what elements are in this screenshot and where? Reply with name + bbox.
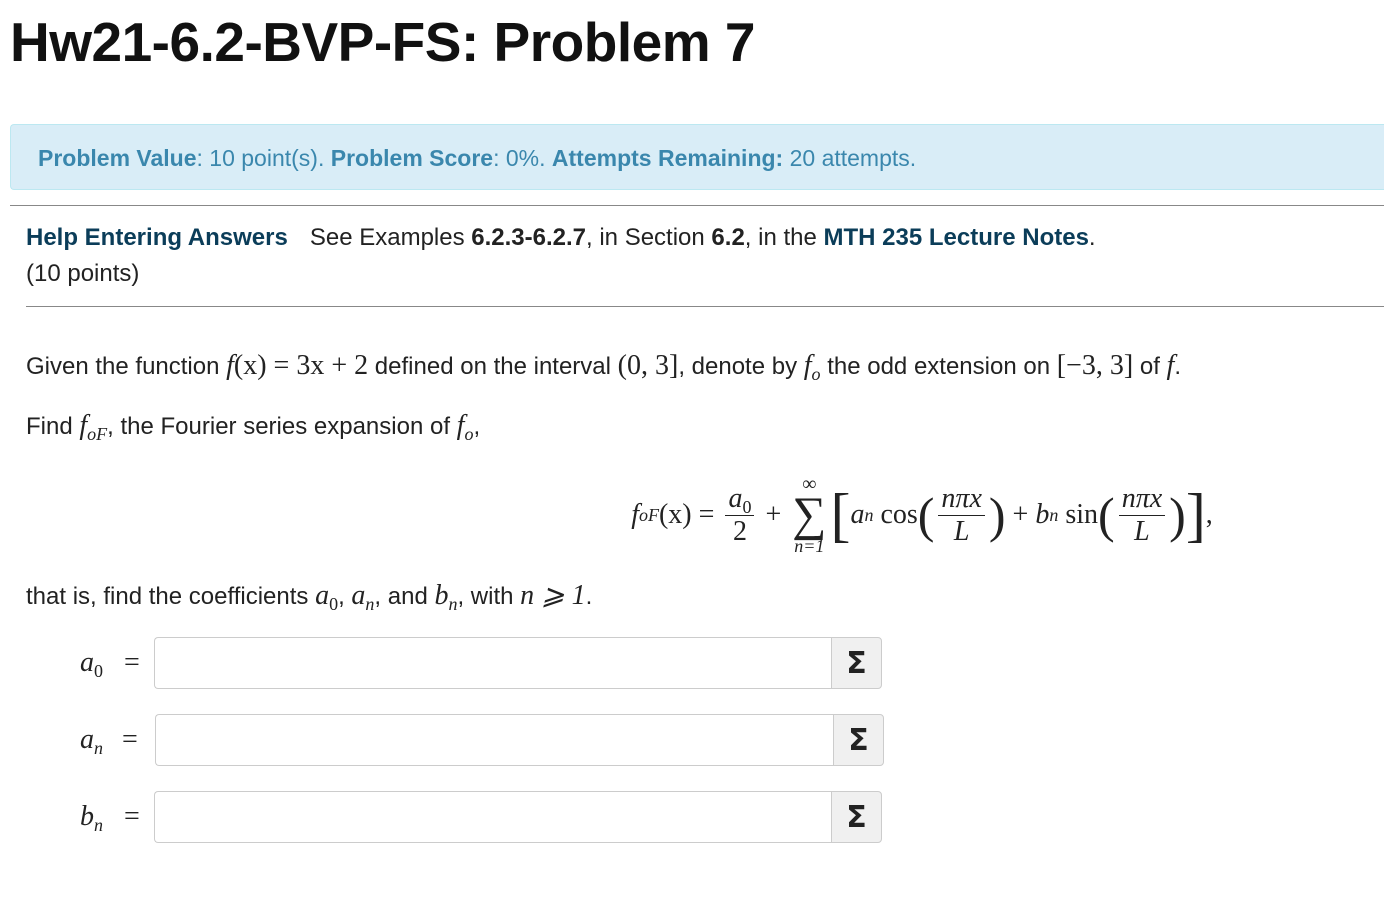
lecture-notes-link[interactable]: MTH 235 Lecture Notes bbox=[824, 224, 1089, 251]
bn-input[interactable] bbox=[154, 791, 831, 843]
answer-row-a0: a0 = Σ bbox=[80, 637, 882, 689]
formula-an: a bbox=[850, 499, 865, 530]
extension-interval: [−3, 3] bbox=[1056, 350, 1134, 381]
fraction-denominator: L bbox=[953, 515, 970, 547]
statement-text: , with bbox=[457, 583, 521, 610]
statement-text: , the Fourier series expansion of bbox=[107, 413, 457, 440]
statement-text: Given the function bbox=[26, 353, 227, 380]
an-label: an = bbox=[80, 724, 138, 758]
formula-f: f bbox=[631, 499, 639, 530]
formula-cos: cos bbox=[873, 499, 918, 530]
right-bracket: ] bbox=[1185, 482, 1206, 548]
formula-plus: + bbox=[758, 499, 789, 530]
fraction-denominator: 2 bbox=[732, 515, 747, 547]
statement-text: of bbox=[1133, 353, 1167, 380]
problem-statement: Given the function f(x) = 3x + 2 defined… bbox=[26, 350, 1181, 384]
formula-sin: sin bbox=[1058, 499, 1099, 530]
problem-info-box: Problem Value: 10 point(s). Problem Scor… bbox=[10, 124, 1384, 190]
summation: ∞ ∑ n=1 bbox=[792, 474, 827, 556]
formula-bn: b bbox=[1035, 499, 1050, 530]
formula-comma: , bbox=[1205, 499, 1213, 530]
a0-symbol: a bbox=[315, 580, 330, 611]
bn-symbol: b bbox=[434, 580, 449, 611]
a0-label: a0 = bbox=[80, 647, 140, 681]
summation-symbol: ∑ bbox=[792, 488, 827, 541]
statement-text: , bbox=[338, 583, 352, 610]
statement-text: , bbox=[473, 413, 481, 440]
problem-score-text: : 0%. bbox=[493, 145, 552, 171]
n-condition: n ⩾ 1 bbox=[520, 580, 586, 611]
fourier-series-subscript: oF bbox=[87, 424, 108, 444]
cos-argument-fraction: nπx L bbox=[938, 483, 985, 548]
odd-extension-symbol: f bbox=[803, 350, 812, 381]
page-title: Hw21-6.2-BVP-FS: Problem 7 bbox=[10, 11, 755, 73]
help-text-1: See Examples bbox=[309, 224, 472, 251]
formula-arg: (x) bbox=[658, 499, 692, 530]
an-input[interactable] bbox=[155, 714, 833, 766]
coefficients-statement: that is, find the coefficients a0, an, a… bbox=[26, 578, 593, 614]
function-definition: (x) = 3x + 2 bbox=[233, 350, 369, 381]
statement-text: . bbox=[1174, 353, 1181, 380]
a0-subscript: 0 bbox=[329, 594, 339, 614]
statement-text: defined on the interval bbox=[368, 353, 618, 380]
an-symbol: a bbox=[351, 580, 366, 611]
odd-extension-subscript: o bbox=[811, 364, 821, 384]
summation-lower: n=1 bbox=[794, 536, 825, 556]
fraction-denominator: L bbox=[1134, 515, 1150, 547]
divider-bottom bbox=[26, 306, 1384, 307]
help-text-2: , in Section bbox=[586, 224, 712, 251]
fourier-series-symbol: f bbox=[79, 410, 88, 441]
answer-row-bn: bn = Σ bbox=[80, 791, 882, 843]
fourier-series-formula: f oF (x) = a0 2 + ∞ ∑ n=1 [ an cos ( nπx L… bbox=[631, 473, 1213, 556]
function-symbol: f bbox=[226, 350, 234, 381]
statement-text: , denote by bbox=[678, 353, 804, 380]
statement-text: Find bbox=[26, 413, 80, 440]
section-ref: 6.2 bbox=[711, 224, 745, 251]
bn-label: bn = bbox=[80, 801, 140, 835]
left-bracket: [ bbox=[830, 482, 851, 548]
interval: (0, 3] bbox=[617, 350, 679, 381]
help-row: Help Entering Answers See Examples 6.2.3-… bbox=[26, 224, 1096, 252]
equation-editor-button[interactable]: Σ bbox=[831, 637, 882, 689]
a0-input[interactable] bbox=[154, 637, 831, 689]
points-label: (10 points) bbox=[26, 260, 140, 287]
fraction-numerator: nπx bbox=[1118, 483, 1166, 516]
equation-editor-button[interactable]: Σ bbox=[833, 714, 884, 766]
find-statement: Find foF, the Fourier series expansion o… bbox=[26, 410, 481, 444]
help-text-3: , in the bbox=[744, 224, 824, 251]
equation-editor-button[interactable]: Σ bbox=[831, 791, 882, 843]
fraction-numerator: nπx bbox=[938, 483, 985, 516]
attempts-text: 20 attempts. bbox=[783, 145, 917, 171]
statement-text: that is, find the coefficients bbox=[26, 583, 316, 610]
help-entering-answers-link[interactable]: Help Entering Answers bbox=[26, 224, 288, 251]
statement-text: . bbox=[585, 583, 593, 610]
fraction-numerator: a bbox=[728, 482, 743, 514]
problem-value-label: Problem Value bbox=[38, 145, 197, 171]
formula-equals: = bbox=[691, 499, 722, 530]
help-text-4: . bbox=[1088, 224, 1096, 251]
statement-text: the odd extension on bbox=[820, 353, 1057, 380]
examples-ref: 6.2.3-6.2.7 bbox=[471, 224, 587, 251]
answer-row-an: an = Σ bbox=[80, 714, 884, 766]
formula-plus: + bbox=[1005, 499, 1036, 530]
fraction-numerator-sub: 0 bbox=[742, 496, 752, 517]
problem-value-text: : 10 point(s). bbox=[196, 145, 331, 171]
statement-text: , and bbox=[374, 583, 435, 610]
a0-over-2-fraction: a0 2 bbox=[725, 482, 755, 548]
problem-score-label: Problem Score bbox=[330, 145, 494, 171]
sin-argument-fraction: nπx L bbox=[1118, 483, 1166, 548]
divider-top bbox=[10, 205, 1384, 206]
attempts-label: Attempts Remaining: bbox=[551, 145, 784, 171]
